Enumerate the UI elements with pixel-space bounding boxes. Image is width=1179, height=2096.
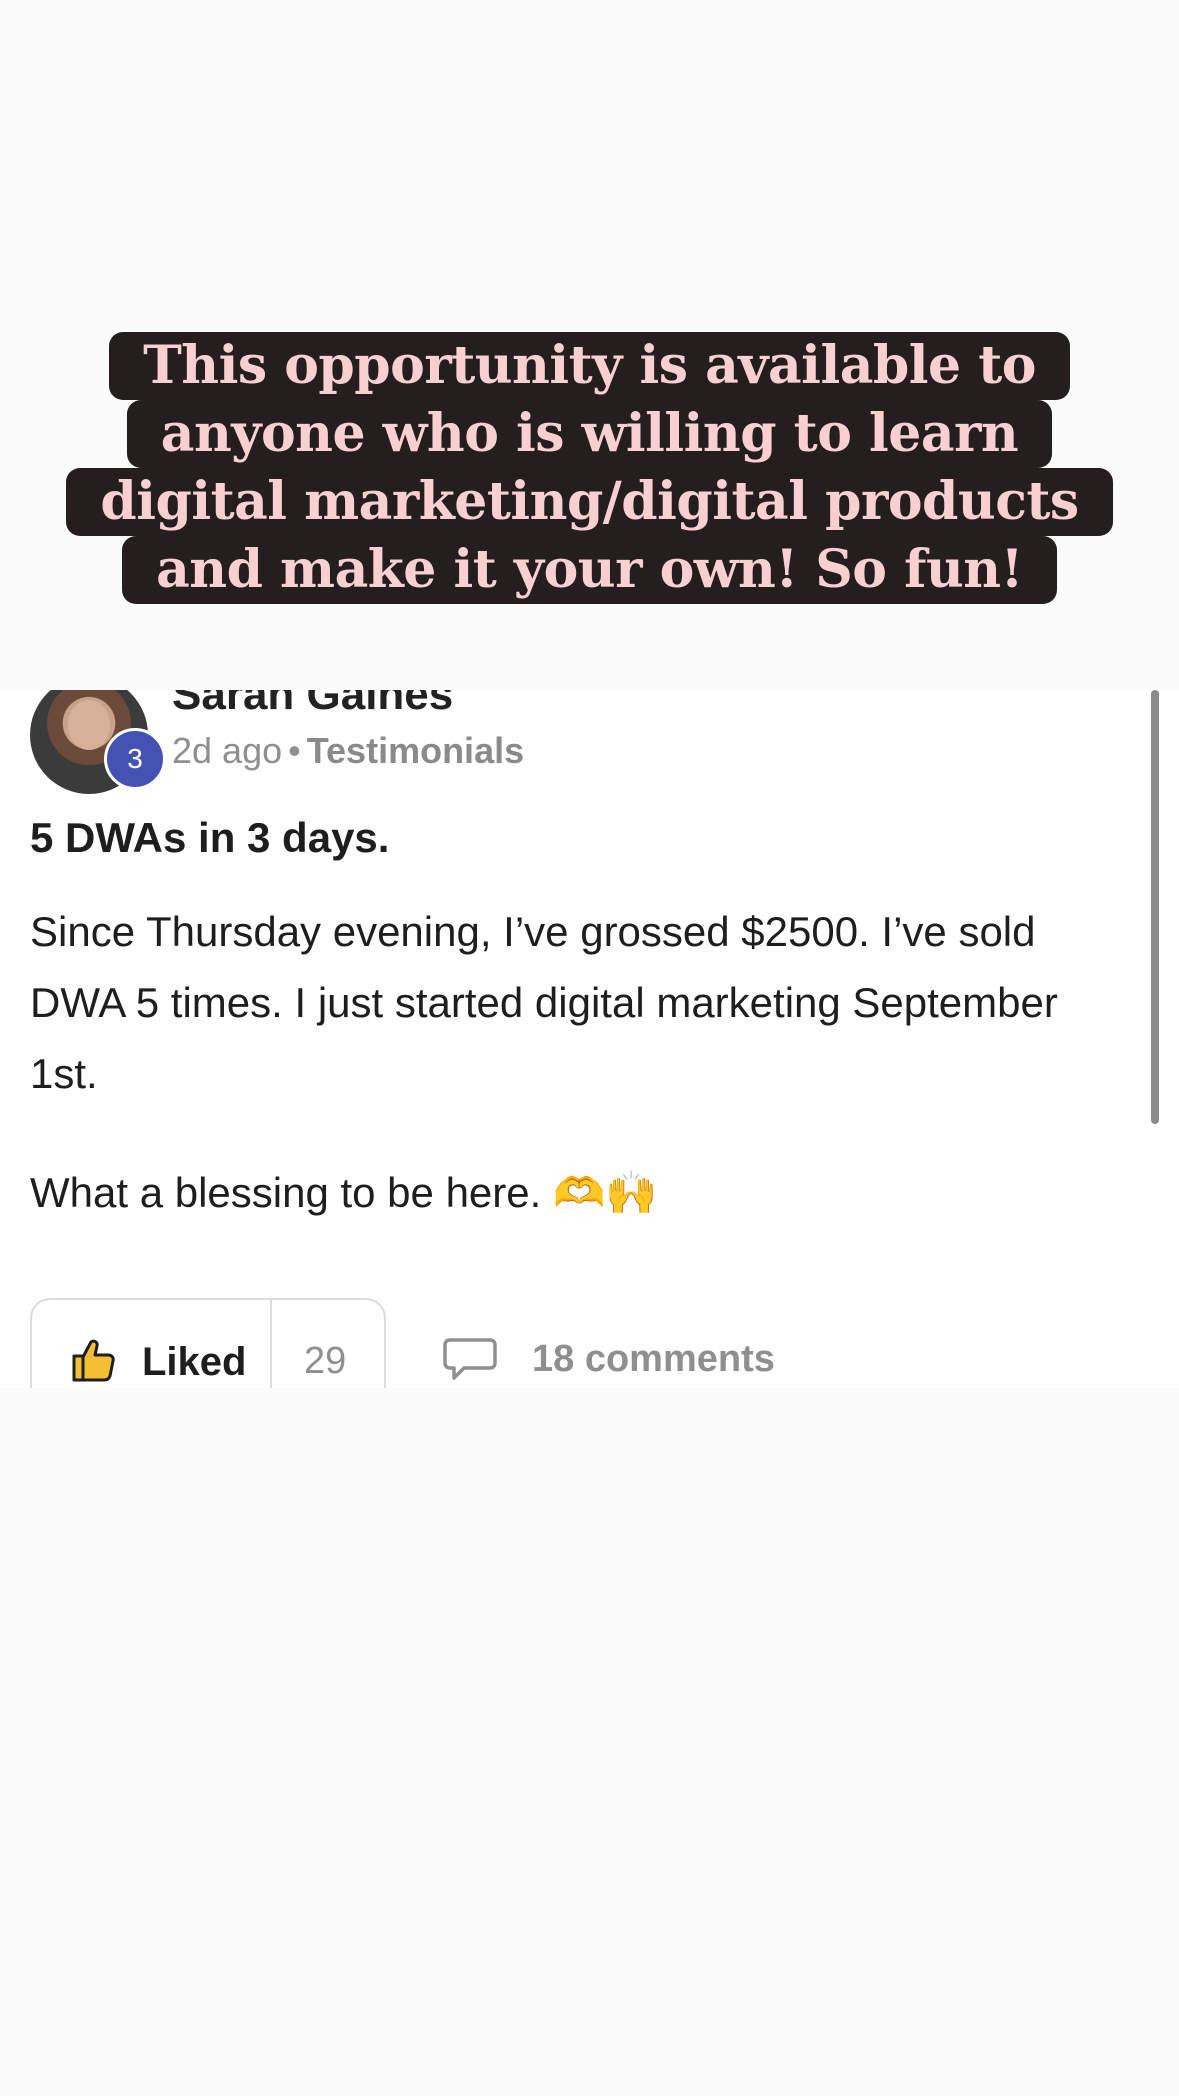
scrollbar[interactable] bbox=[1151, 690, 1159, 1124]
post-paragraph: Since Thursday evening, I’ve grossed $25… bbox=[30, 908, 1058, 1097]
post-category[interactable]: Testimonials bbox=[307, 730, 524, 771]
post-meta: 2d ago • Testimonials bbox=[172, 730, 524, 772]
post-paragraph: What a blessing to be here. 🫶🙌 bbox=[30, 1169, 658, 1216]
caption-overlay: This opportunity is available to anyone … bbox=[0, 332, 1179, 604]
like-label: Liked bbox=[142, 1340, 247, 1384]
level-badge: 3 bbox=[104, 728, 166, 790]
comments-link[interactable]: 18 comments bbox=[532, 1338, 775, 1381]
like-control: Liked 29 bbox=[30, 1298, 386, 1388]
post-title[interactable]: 5 DWAs in 3 days. bbox=[30, 814, 389, 862]
post-time: 2d ago bbox=[172, 730, 283, 771]
thumbs-up-icon bbox=[72, 1339, 115, 1382]
screen: This opportunity is available to anyone … bbox=[0, 0, 1179, 2096]
caption-line: and make it your own! So fun! bbox=[122, 536, 1057, 604]
avatar-face bbox=[68, 700, 110, 750]
caption-line: This opportunity is available to bbox=[109, 332, 1070, 400]
speech-bubble-icon[interactable] bbox=[442, 1336, 498, 1382]
post-body: Since Thursday evening, I’ve grossed $25… bbox=[30, 896, 1110, 1276]
author-name[interactable]: Sarah Gaines bbox=[172, 690, 453, 720]
post-card: Sarah Gaines 3 2d ago • Testimonials 5 DWA… bbox=[0, 690, 1179, 1388]
caption-line: anyone who is willing to learn bbox=[126, 400, 1053, 468]
like-count[interactable]: 29 bbox=[304, 1340, 346, 1383]
caption-line: digital marketing/digital products bbox=[66, 468, 1113, 536]
meta-separator: • bbox=[288, 730, 301, 771]
like-button[interactable]: Liked bbox=[32, 1300, 272, 1388]
